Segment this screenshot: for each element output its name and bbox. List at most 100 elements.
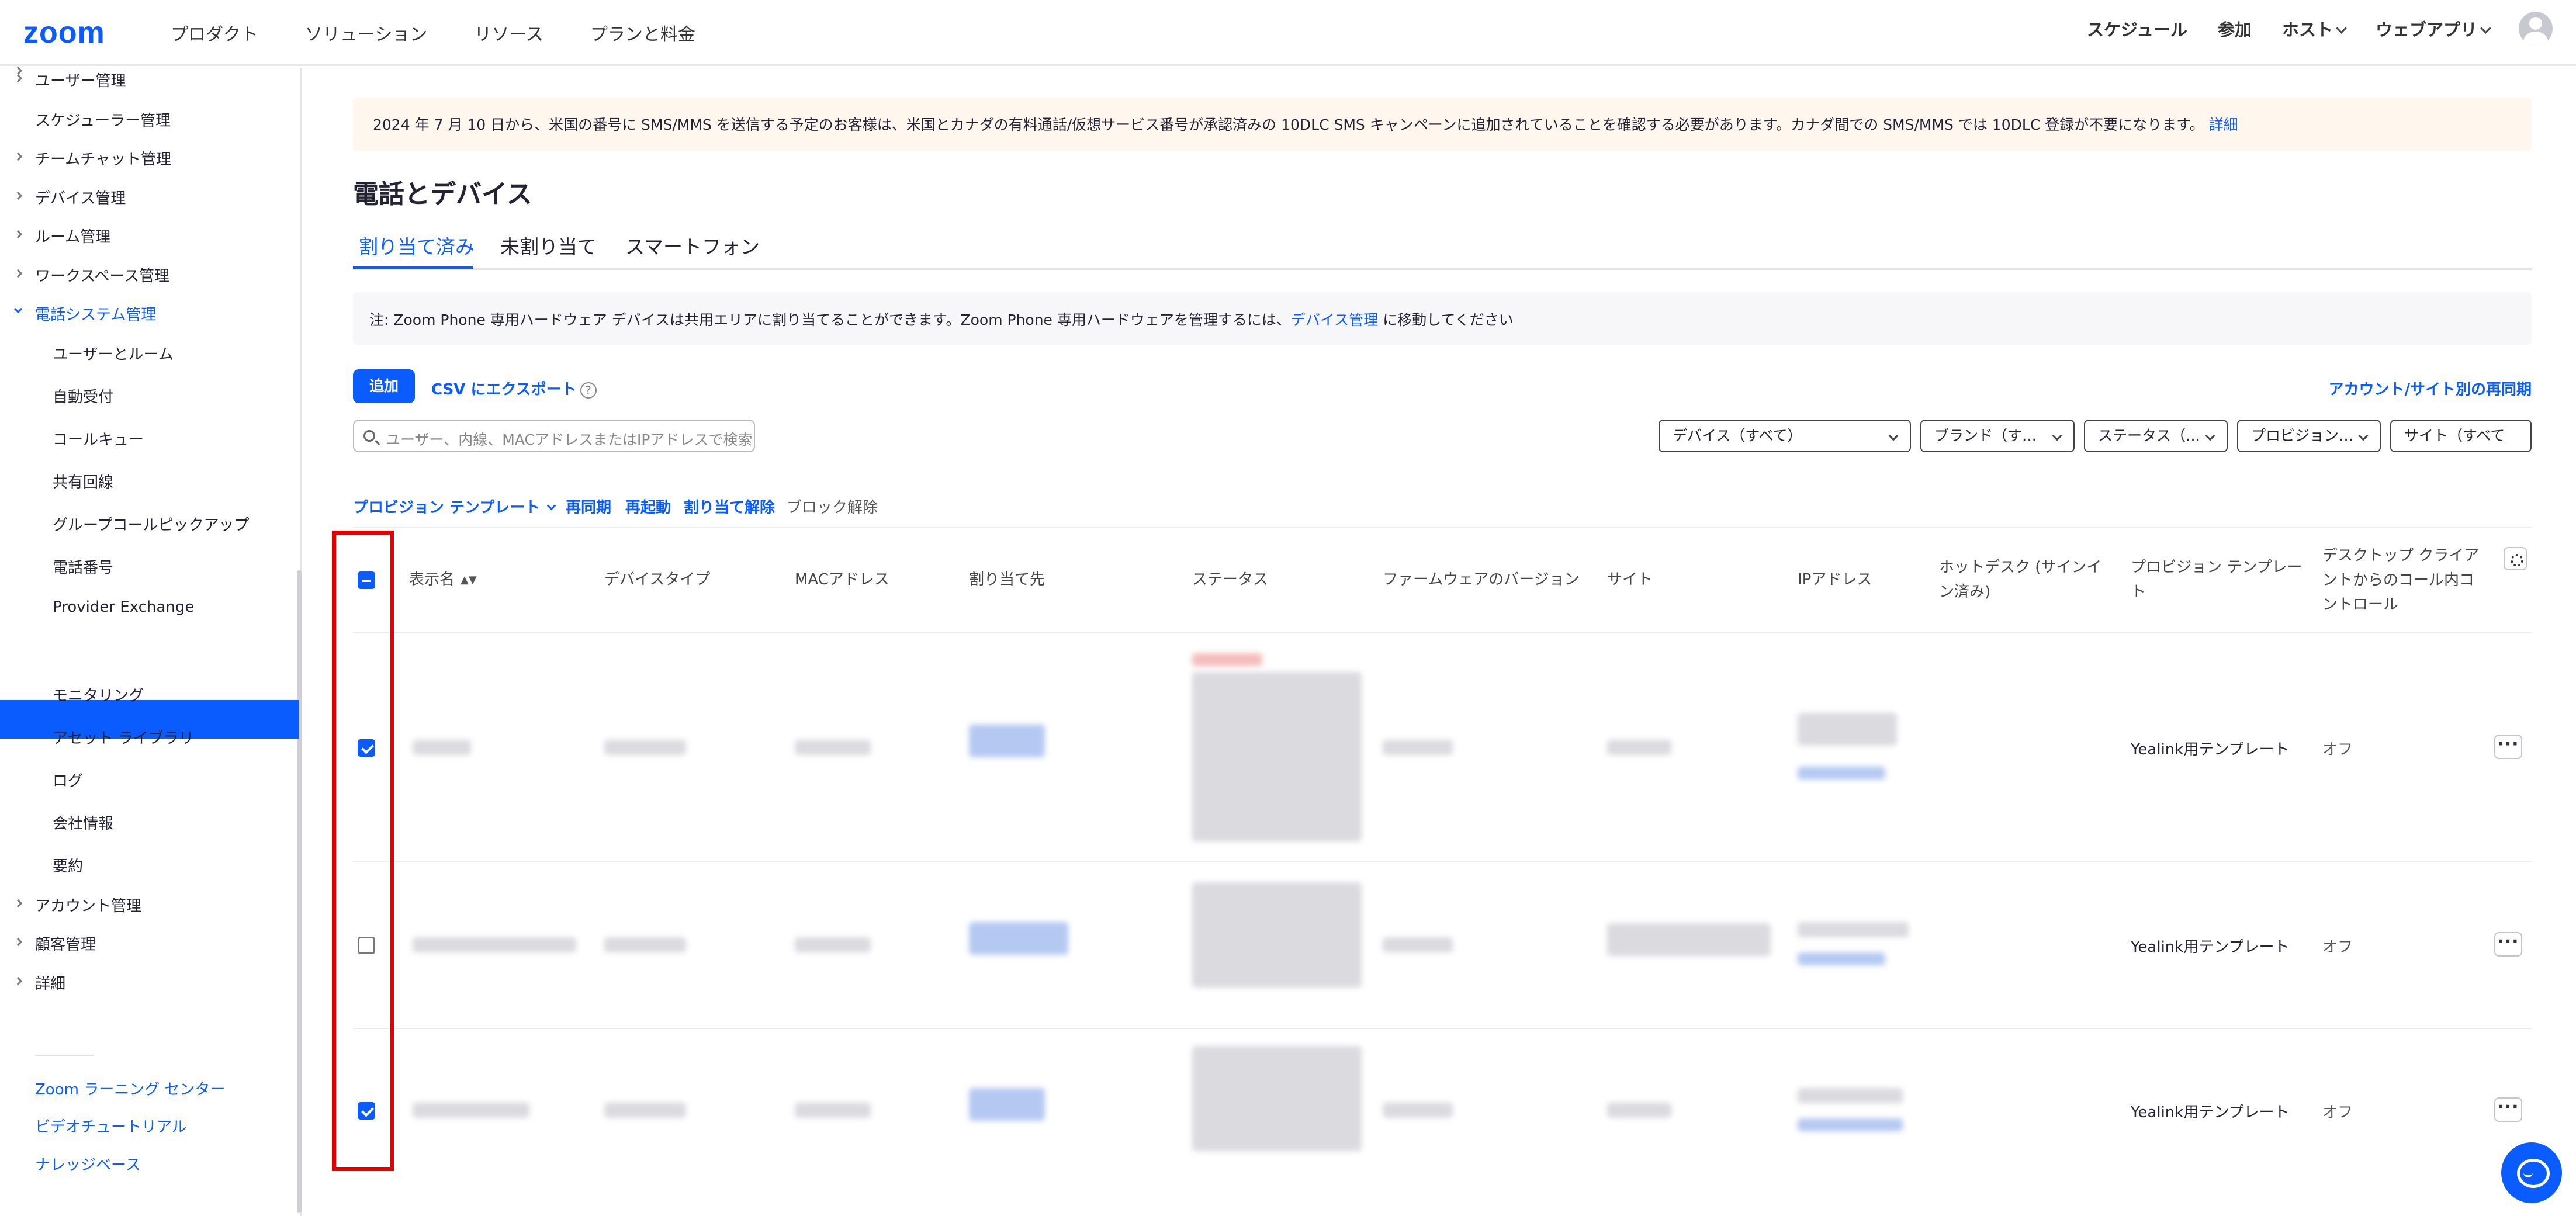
blurred-display-name[interactable] bbox=[413, 937, 576, 952]
sidebar-item-phones-devices[interactable]: 電話とデバイス bbox=[53, 641, 158, 663]
col-header-desktop-call-control: デスクトップ クライアントからのコール内コントロール bbox=[2322, 547, 2480, 614]
sidebar-item-provider-exchange[interactable]: Provider Exchange bbox=[53, 598, 194, 616]
link-learning-center[interactable]: Zoom ラーニング センター bbox=[35, 1078, 225, 1099]
nav-host-label: ホスト bbox=[2281, 20, 2333, 40]
nav-schedule[interactable]: スケジュール bbox=[2087, 16, 2187, 41]
sidebar-item-logs[interactable]: ログ bbox=[53, 769, 83, 791]
nav-web-app[interactable]: ウェブアプリ bbox=[2376, 16, 2491, 41]
chevron-right-icon bbox=[13, 976, 23, 986]
sidebar-item-summary[interactable]: 要約 bbox=[53, 854, 83, 876]
link-video-tutorials[interactable]: ビデオチュートリアル bbox=[35, 1115, 187, 1137]
blurred-assigned-to[interactable] bbox=[969, 725, 1045, 757]
nav-plans-pricing[interactable]: プランと料金 bbox=[590, 20, 695, 46]
sidebar-scrollbar[interactable] bbox=[297, 570, 302, 1213]
export-csv-link[interactable]: CSV にエクスポート? bbox=[431, 377, 597, 399]
sidebar-item-customer-management[interactable]: 顧客管理 bbox=[35, 933, 96, 954]
blurred-firmware bbox=[1383, 937, 1453, 952]
banner-details-link[interactable]: 詳細 bbox=[2209, 116, 2238, 133]
sidebar-item-advanced[interactable]: 詳細 bbox=[35, 972, 65, 993]
filter-status-dropdown[interactable]: ステータス（… bbox=[2084, 420, 2228, 452]
resync-button[interactable]: 再同期 bbox=[566, 496, 611, 517]
search-placeholder: ユーザー、内線、MACアドレスまたはIPアドレスで検索 bbox=[386, 431, 753, 448]
device-search-input[interactable]: ユーザー、内線、MACアドレスまたはIPアドレスで検索 bbox=[353, 420, 755, 452]
nav-products[interactable]: プロダクト bbox=[171, 20, 258, 46]
sidebar-item-account-management[interactable]: アカウント管理 bbox=[35, 894, 141, 916]
row-divider bbox=[353, 861, 2532, 862]
blurred-display-name[interactable] bbox=[413, 1103, 529, 1118]
device-management-link[interactable]: デバイス管理 bbox=[1291, 311, 1378, 328]
sidebar-item-company-info[interactable]: 会社情報 bbox=[53, 812, 113, 833]
chat-icon[interactable] bbox=[2501, 1142, 2562, 1203]
sidebar-item-shared-lines[interactable]: 共有回線 bbox=[53, 470, 113, 492]
provision-template-dropdown[interactable]: プロビジョン テンプレート bbox=[353, 496, 556, 517]
filter-brand-dropdown[interactable]: ブランド（す… bbox=[1920, 420, 2075, 452]
sms-notice-banner: 2024 年 7 月 10 日から、米国の番号に SMS/MMS を送信する予定… bbox=[353, 98, 2532, 151]
sidebar-item-auto-receptionist[interactable]: 自動受付 bbox=[53, 385, 113, 407]
sidebar-item-user-management[interactable]: ユーザー管理 bbox=[35, 69, 126, 91]
sidebar-item-room-management[interactable]: ルーム管理 bbox=[35, 225, 110, 247]
col-header-display-name[interactable]: 表示名 ▲▼ bbox=[409, 567, 477, 593]
row-divider bbox=[353, 1028, 2532, 1029]
tab-bar: 割り当て済み 未割り当て スマートフォン bbox=[353, 222, 2532, 270]
row-more-button[interactable]: ··· bbox=[2494, 1097, 2522, 1122]
blurred-ip-link[interactable] bbox=[1798, 767, 1885, 780]
hardware-note: 注: Zoom Phone 専用ハードウェア デバイスは共用エリアに割り当てるこ… bbox=[353, 292, 2532, 345]
sidebar-item-scheduler-management[interactable]: スケジューラー管理 bbox=[35, 109, 171, 130]
blurred-firmware bbox=[1383, 1103, 1453, 1118]
col-display-name-label: 表示名 bbox=[409, 571, 455, 588]
blurred-assigned-to[interactable] bbox=[969, 1088, 1045, 1121]
sidebar-item-monitoring[interactable]: モニタリング bbox=[53, 684, 144, 705]
col-header-mac-address: MACアドレス bbox=[795, 571, 889, 588]
sidebar-item-team-chat-management[interactable]: チームチャット管理 bbox=[35, 147, 171, 169]
top-right-menu: スケジュール 参加 ホスト ウェブアプリ bbox=[2056, 12, 2553, 46]
unblock-button[interactable]: ブロック解除 bbox=[787, 496, 878, 517]
resync-by-account-site-link[interactable]: アカウント/サイト別の再同期 bbox=[2329, 377, 2532, 399]
sidebar-item-users-rooms[interactable]: ユーザーとルーム bbox=[53, 342, 174, 364]
nav-resources[interactable]: リソース bbox=[474, 20, 543, 46]
sidebar-item-phone-numbers[interactable]: 電話番号 bbox=[53, 556, 113, 577]
tab-smartphone[interactable]: スマートフォン bbox=[625, 231, 760, 259]
blurred-ip-link[interactable] bbox=[1798, 1118, 1903, 1131]
sidebar-item-call-queue[interactable]: コールキュー bbox=[53, 428, 144, 449]
nav-join[interactable]: 参加 bbox=[2218, 16, 2252, 41]
filter-site-label: サイト（すべて bbox=[2404, 427, 2505, 444]
blurred-ip-address bbox=[1798, 713, 1897, 746]
blurred-assigned-to[interactable] bbox=[969, 922, 1068, 955]
col-header-device-type: デバイスタイプ bbox=[604, 571, 711, 588]
add-button[interactable]: 追加 bbox=[353, 369, 415, 403]
help-icon[interactable]: ? bbox=[580, 382, 597, 399]
nav-solutions[interactable]: ソリューション bbox=[305, 20, 427, 46]
tab-unassigned[interactable]: 未割り当て bbox=[500, 231, 597, 259]
filter-brand-label: ブランド（す… bbox=[1934, 427, 2037, 444]
nav-host[interactable]: ホスト bbox=[2281, 16, 2347, 41]
blurred-display-name[interactable] bbox=[413, 740, 471, 755]
row-more-button[interactable]: ··· bbox=[2494, 735, 2522, 759]
sidebar-item-phone-system-management[interactable]: 電話システム管理 bbox=[35, 303, 156, 324]
gear-icon[interactable] bbox=[2504, 547, 2527, 570]
row-more-button[interactable]: ··· bbox=[2494, 932, 2522, 957]
sidebar-item-group-call-pickup[interactable]: グループコールピックアップ bbox=[53, 513, 249, 535]
note-text: 注: Zoom Phone 専用ハードウェア デバイスは共用エリアに割り当てるこ… bbox=[369, 309, 1514, 330]
col-header-site: サイト bbox=[1607, 571, 1653, 588]
row-provision-template: Yealink用テンプレート bbox=[2131, 741, 2290, 758]
link-knowledge-base[interactable]: ナレッジベース bbox=[35, 1153, 141, 1175]
sidebar-item-workspace-management[interactable]: ワークスペース管理 bbox=[35, 264, 169, 286]
blurred-firmware bbox=[1383, 740, 1453, 755]
chevron-right-icon bbox=[13, 899, 23, 908]
filter-device-dropdown[interactable]: デバイス（すべて） bbox=[1659, 420, 1911, 452]
filter-site-dropdown[interactable]: サイト（すべて bbox=[2390, 420, 2532, 452]
col-header-provision-template: プロビジョン テンプレート bbox=[2131, 559, 2303, 601]
sidebar-item-device-management[interactable]: デバイス管理 bbox=[35, 186, 126, 208]
avatar[interactable] bbox=[2519, 12, 2553, 46]
sidebar-item-asset-library[interactable]: アセット ライブラリ bbox=[53, 726, 194, 748]
unassign-button[interactable]: 割り当て解除 bbox=[684, 496, 775, 517]
restart-button[interactable]: 再起動 bbox=[625, 496, 671, 517]
filter-provision-dropdown[interactable]: プロビジョン… bbox=[2237, 420, 2381, 452]
zoom-logo[interactable]: zoom bbox=[23, 15, 105, 50]
top-navigation-bar: zoom プロダクト ソリューション リソース プランと料金 スケジュール 参加… bbox=[0, 0, 2576, 66]
blurred-status-warning bbox=[1192, 653, 1262, 666]
blurred-ip-link[interactable] bbox=[1798, 952, 1885, 965]
tab-assigned[interactable]: 割り当て済み bbox=[359, 231, 475, 259]
chevron-down-icon bbox=[2480, 23, 2491, 34]
chevron-down-icon bbox=[2052, 431, 2062, 441]
